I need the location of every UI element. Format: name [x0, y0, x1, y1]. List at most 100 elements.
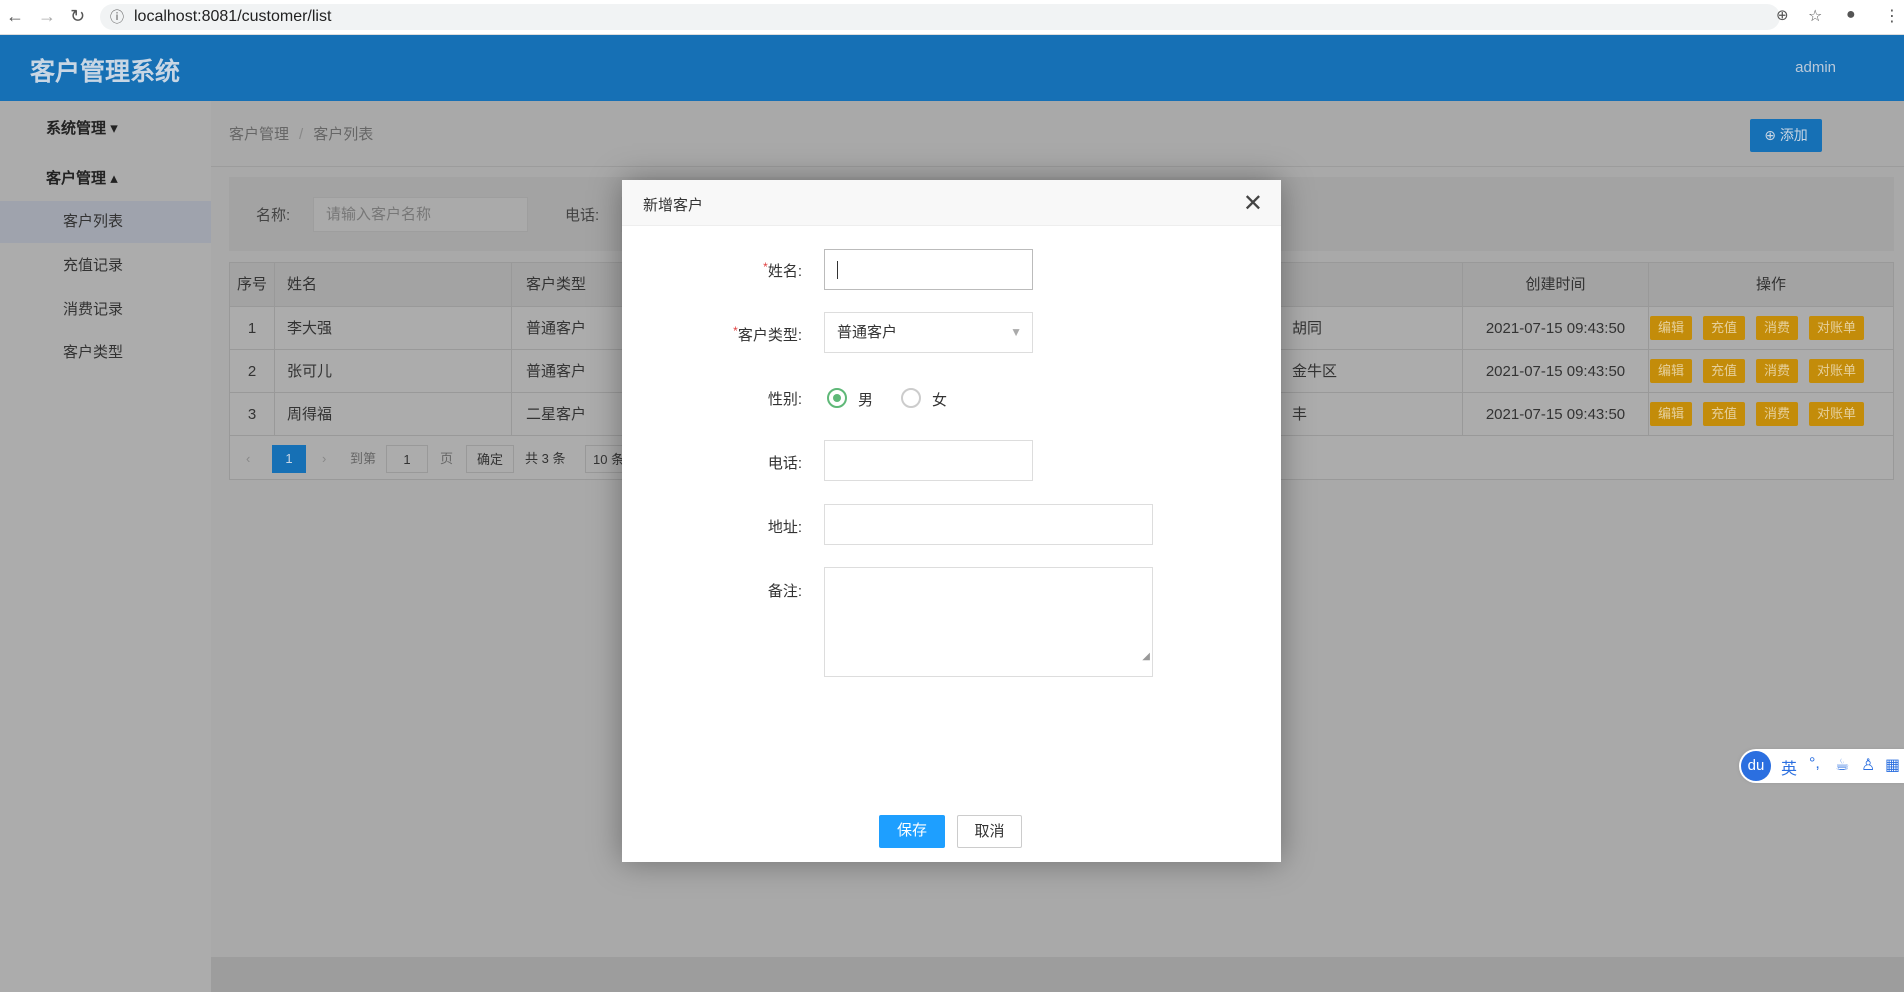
cell-type: 二星客户 — [526, 406, 587, 423]
address-input[interactable] — [824, 504, 1153, 545]
add-button[interactable]: ⊕ 添加 — [1750, 119, 1822, 152]
forward-icon[interactable]: → — [38, 6, 56, 27]
ime-grid-icon[interactable]: ▦ — [1885, 755, 1900, 775]
sidebar-item-customer-type[interactable]: 客户类型 — [0, 332, 211, 374]
cell-address: 金牛区 — [1292, 363, 1338, 380]
divider — [211, 166, 1904, 167]
url-text: localhost:8081/customer/list — [134, 8, 332, 25]
baidu-ime-logo-icon[interactable]: du — [1741, 751, 1771, 781]
consume-button[interactable]: 消费 — [1756, 316, 1799, 340]
col-type: 客户类型 — [526, 276, 587, 293]
consume-button[interactable]: 消费 — [1756, 359, 1799, 383]
name-label: *姓名: — [763, 260, 802, 280]
confirm-page-button[interactable]: 确定 — [466, 445, 514, 473]
recharge-button[interactable]: 充值 — [1703, 402, 1746, 426]
cancel-button[interactable]: 取消 — [957, 815, 1022, 848]
total-count: 共 3 条 — [525, 451, 566, 466]
recharge-button[interactable]: 充值 — [1703, 359, 1746, 383]
type-label: *客户类型: — [733, 324, 802, 344]
plus-circle-icon: ⊕ — [1764, 127, 1776, 143]
ime-lang-toggle[interactable]: 英 — [1781, 755, 1797, 779]
page-input[interactable]: 1 — [386, 445, 428, 473]
address-bar[interactable]: ⓘ localhost:8081/customer/list — [100, 4, 1780, 30]
sidebar-item-customer-list[interactable]: 客户列表 — [0, 201, 211, 243]
cell-created: 2021-07-15 09:43:50 — [1462, 350, 1649, 392]
remark-label: 备注: — [767, 583, 802, 600]
phone-input[interactable] — [824, 440, 1033, 481]
prev-page-icon[interactable]: ‹ — [246, 445, 250, 473]
breadcrumb: 客户管理 / 客户列表 — [229, 126, 374, 143]
profile-icon[interactable]: ● — [1846, 6, 1856, 24]
dialog-header: 新增客户 ✕ — [622, 180, 1281, 226]
sidebar-group-customer[interactable]: 客户管理 ▴ — [46, 167, 118, 188]
recharge-button[interactable]: 充值 — [1703, 316, 1746, 340]
back-icon[interactable]: ← — [6, 6, 24, 27]
sidebar-item-recharge[interactable]: 充值记录 — [0, 245, 211, 287]
menu-icon[interactable]: ⋮ — [1884, 6, 1900, 26]
col-actions: 操作 — [1755, 276, 1786, 293]
dialog-title: 新增客户 — [643, 197, 704, 214]
group-label: 客户管理 — [46, 170, 107, 187]
zoom-icon[interactable]: ⊕ — [1776, 6, 1789, 24]
gender-radio-female[interactable] — [901, 388, 921, 408]
type-value: 普通客户 — [837, 324, 898, 341]
cell-address: 胡同 — [1292, 320, 1323, 337]
edit-button[interactable]: 编辑 — [1650, 316, 1693, 340]
cell-address: 丰 — [1292, 406, 1308, 423]
page-label: 页 — [440, 451, 454, 466]
gender-option-female[interactable]: 女 — [932, 389, 947, 410]
statement-button[interactable]: 对账单 — [1809, 359, 1865, 383]
name-input[interactable] — [824, 249, 1033, 290]
gender-option-male[interactable]: 男 — [858, 389, 873, 410]
add-label: 添加 — [1779, 127, 1808, 143]
user-menu[interactable]: admin — [1795, 59, 1836, 76]
save-button[interactable]: 保存 — [879, 815, 945, 848]
name-label-text: 姓名: — [767, 263, 802, 280]
cell-no: 3 — [230, 393, 275, 435]
phone-label: 电话: — [767, 455, 802, 472]
cell-name: 张可儿 — [275, 350, 512, 392]
row-actions: 编辑 充值 消费 对账单 — [1650, 316, 1875, 340]
ime-punct-toggle[interactable]: °, — [1809, 755, 1820, 773]
reload-icon[interactable]: ↻ — [70, 6, 85, 27]
info-icon: ⓘ — [110, 9, 124, 25]
statement-button[interactable]: 对账单 — [1809, 316, 1865, 340]
name-search-input[interactable]: 请输入客户名称 — [313, 197, 528, 232]
cell-created: 2021-07-15 09:43:50 — [1462, 307, 1649, 349]
group-label: 系统管理 — [46, 120, 107, 137]
name-label: 名称: — [256, 207, 291, 224]
cell-name: 周得福 — [275, 393, 512, 435]
ime-user-icon[interactable]: ♙ — [1861, 755, 1875, 775]
chevron-up-icon: ▴ — [110, 170, 118, 187]
statement-button[interactable]: 对账单 — [1809, 402, 1865, 426]
edit-button[interactable]: 编辑 — [1650, 402, 1693, 426]
page-1[interactable]: 1 — [272, 445, 306, 473]
breadcrumb-current: 客户列表 — [313, 126, 374, 143]
browser-toolbar: ← → ↻ ⓘ localhost:8081/customer/list ⊕ ☆… — [0, 0, 1904, 35]
address-label: 地址: — [767, 519, 802, 536]
col-no: 序号 — [230, 263, 275, 306]
breadcrumb-item[interactable]: 客户管理 — [229, 126, 289, 143]
sidebar-item-consume[interactable]: 消费记录 — [0, 289, 211, 331]
cell-no: 1 — [230, 307, 275, 349]
close-icon[interactable]: ✕ — [1243, 189, 1263, 218]
footer-strip — [211, 957, 1904, 992]
cell-type: 普通客户 — [526, 320, 587, 337]
sidebar-group-system[interactable]: 系统管理 ▾ — [46, 117, 118, 138]
customer-type-select[interactable]: 普通客户 ▼ — [824, 312, 1033, 353]
gender-radio-male[interactable] — [827, 388, 847, 408]
ime-cup-icon[interactable]: ☕ — [1835, 755, 1849, 775]
cell-name: 李大强 — [275, 307, 512, 349]
add-customer-dialog: 新增客户 ✕ *姓名: *客户类型: 普通客户 ▼ 性别: 男 女 电话: 地址:… — [622, 180, 1281, 862]
consume-button[interactable]: 消费 — [1756, 402, 1799, 426]
remark-textarea[interactable]: ◢ — [824, 567, 1153, 677]
goto-label: 到第 — [350, 451, 377, 466]
star-icon[interactable]: ☆ — [1808, 6, 1822, 26]
cell-no: 2 — [230, 350, 275, 392]
gender-label: 性别: — [767, 391, 802, 408]
ime-toolbar: du 英 °, ☕ ♙ ▦ — [1739, 749, 1904, 783]
edit-button[interactable]: 编辑 — [1650, 359, 1693, 383]
col-created: 创建时间 — [1462, 263, 1649, 306]
resize-handle-icon[interactable]: ◢ — [1142, 637, 1150, 676]
next-page-icon[interactable]: › — [322, 445, 326, 473]
